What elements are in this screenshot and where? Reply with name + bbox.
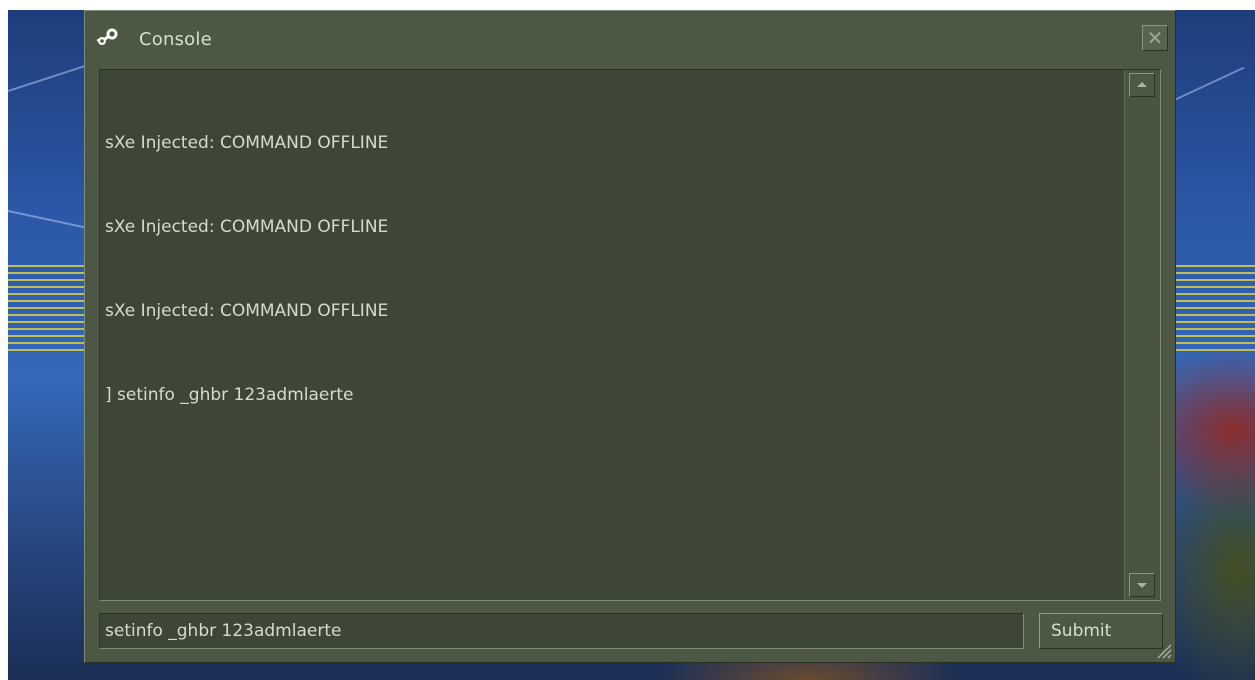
console-output[interactable]: sXe Injected: COMMAND OFFLINE sXe Inject… [99, 69, 1161, 601]
scroll-down-button[interactable] [1129, 573, 1155, 597]
window-title: Console [139, 29, 212, 50]
arrow-down-icon [1137, 583, 1147, 588]
close-icon: ✕ [1146, 26, 1164, 50]
title-bar[interactable]: Console ✕ [85, 11, 1175, 67]
scroll-track[interactable] [1133, 100, 1151, 570]
output-line: ] setinfo _ghbr 123admlaerte [105, 385, 354, 405]
arrow-up-icon [1137, 82, 1147, 87]
close-button[interactable]: ✕ [1142, 25, 1168, 51]
command-input[interactable] [99, 613, 1024, 649]
resize-grip-icon[interactable] [1152, 639, 1172, 659]
scroll-up-button[interactable] [1129, 73, 1155, 97]
output-line: sXe Injected: COMMAND OFFLINE [105, 301, 389, 321]
output-line: sXe Injected: COMMAND OFFLINE [105, 133, 389, 153]
background-streak [8, 210, 97, 231]
vertical-scrollbar[interactable] [1124, 70, 1160, 600]
submit-button[interactable]: Submit [1039, 613, 1163, 649]
steam-icon [96, 28, 118, 45]
output-line: sXe Injected: COMMAND OFFLINE [105, 217, 389, 237]
output-lines: sXe Injected: COMMAND OFFLINE sXe Inject… [105, 73, 1120, 465]
console-window: Console ✕ sXe Injected: COMMAND OFFLINE … [84, 10, 1176, 663]
